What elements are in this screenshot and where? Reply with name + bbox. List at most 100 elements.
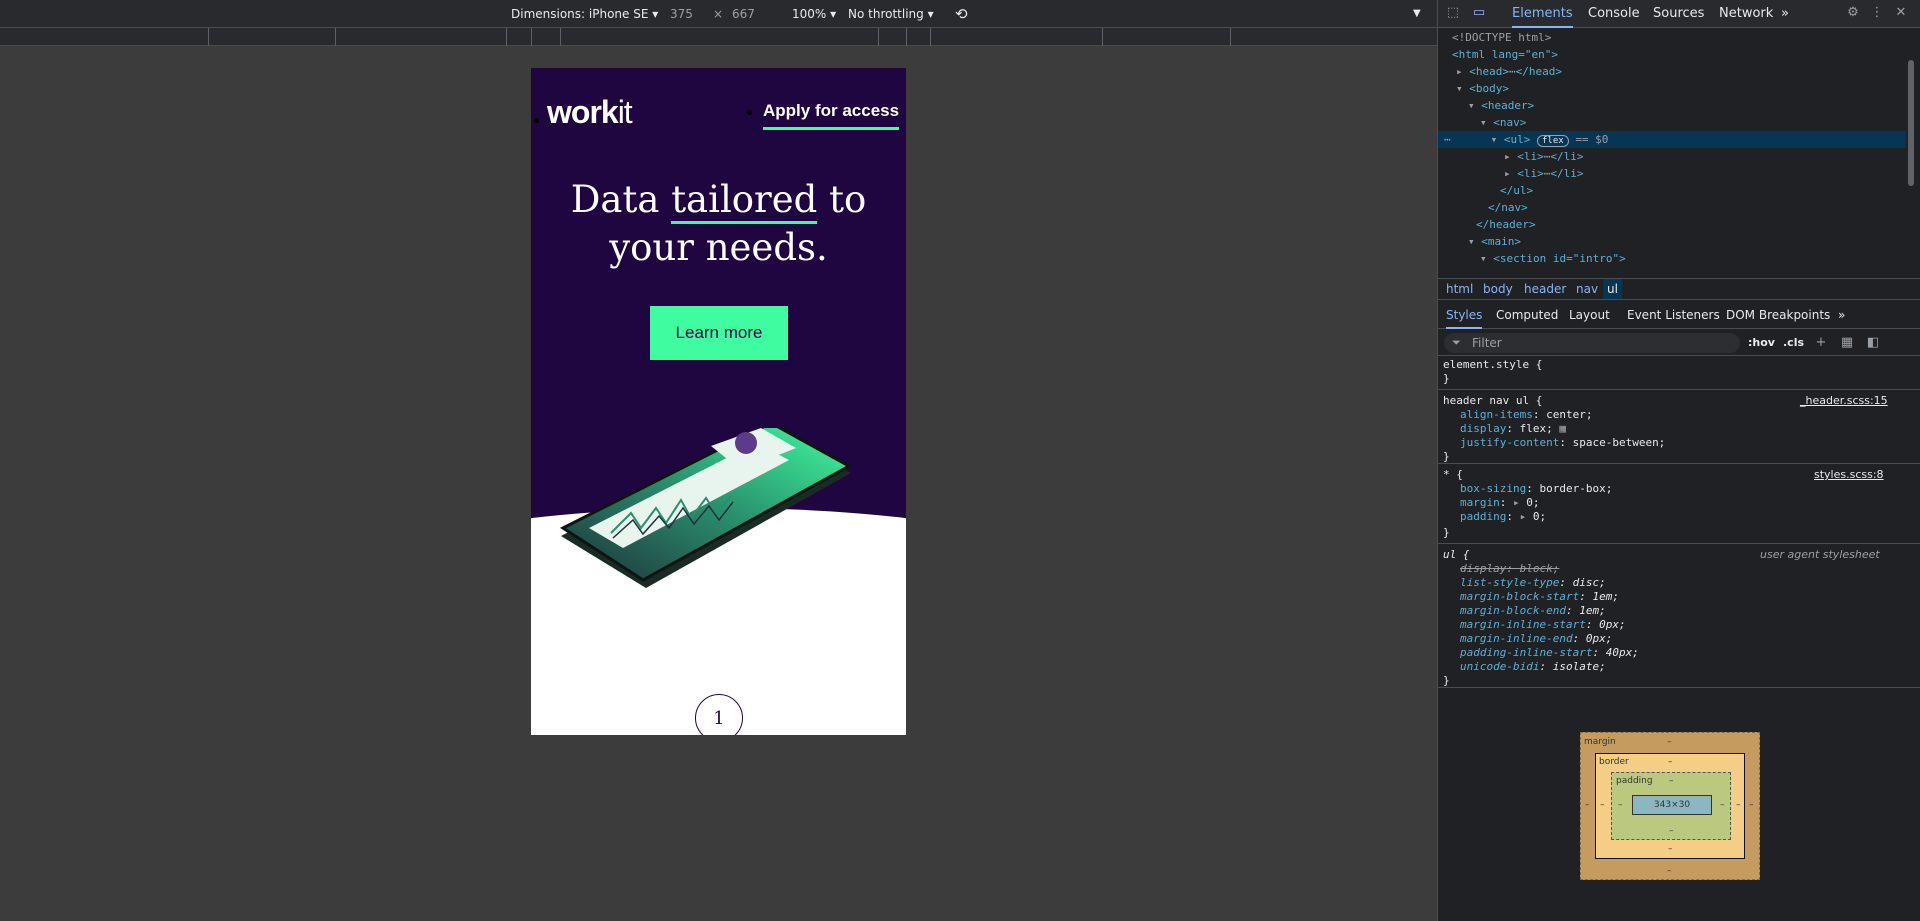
rule-selector[interactable]: ul { — [1443, 548, 1470, 562]
tab-sources[interactable]: Sources — [1653, 0, 1704, 28]
flex-editor-icon[interactable]: ▦ — [1559, 422, 1566, 435]
style-property[interactable]: list-style-type: disc; — [1460, 576, 1606, 590]
dom-nav-close[interactable]: </nav> — [1488, 199, 1528, 216]
dom-html[interactable]: <html lang="en"> — [1452, 46, 1558, 63]
box-model-content[interactable]: 343×30 — [1632, 795, 1712, 815]
padding-bottom-value[interactable]: – — [1669, 826, 1674, 836]
inspect-element-icon[interactable]: ⬚ — [1446, 6, 1460, 20]
apply-for-access-link[interactable]: Apply for access — [763, 101, 900, 130]
rule-source-link[interactable]: styles.scss:8 — [1814, 468, 1884, 482]
cls-toggle[interactable]: .cls — [1783, 336, 1804, 349]
tab-styles[interactable]: Styles — [1446, 301, 1483, 329]
dom-nav[interactable]: ▾ <nav> — [1480, 114, 1526, 131]
workit-logo[interactable]: workit — [547, 94, 633, 131]
breadcrumb-html[interactable]: html — [1442, 279, 1477, 299]
border-left-value[interactable]: – — [1600, 800, 1605, 810]
more-options-icon[interactable]: ▼ — [1413, 0, 1421, 28]
ruler-segment[interactable] — [1102, 28, 1103, 46]
ruler-segment[interactable] — [906, 28, 907, 46]
rule-selector[interactable]: header nav ul { — [1443, 394, 1542, 408]
rotate-icon[interactable]: ⟲ — [955, 0, 968, 28]
dom-header[interactable]: ▾ <header> — [1468, 97, 1534, 114]
tab-elements[interactable]: Elements — [1512, 0, 1573, 28]
close-icon[interactable]: ✕ — [1894, 6, 1908, 20]
dimensions-dropdown[interactable]: Dimensions: iPhone SE ▾ — [511, 0, 658, 28]
kebab-menu-icon[interactable]: ⋮ — [1870, 6, 1884, 20]
padding-right-value[interactable]: – — [1720, 800, 1725, 810]
rule-selector[interactable]: element.style { — [1443, 358, 1542, 372]
border-right-value[interactable]: – — [1736, 800, 1741, 810]
dom-doctype[interactable]: <!DOCTYPE html> — [1452, 29, 1551, 46]
paint-icon[interactable]: ▦ — [1840, 336, 1854, 350]
style-property[interactable]: justify-content: space-between; — [1460, 436, 1665, 450]
rule-selector[interactable]: * { — [1443, 468, 1463, 482]
breadcrumb-ul[interactable]: ul — [1603, 279, 1622, 299]
border-bottom-value[interactable]: – — [1668, 844, 1673, 854]
ruler-segment[interactable] — [930, 28, 931, 46]
dom-header-close[interactable]: </header> — [1476, 216, 1536, 233]
breadcrumb-header[interactable]: header — [1520, 279, 1570, 299]
ruler-segment[interactable] — [1230, 28, 1231, 46]
dom-section[interactable]: ▾ <section id="intro"> — [1480, 250, 1626, 267]
margin-bottom-value[interactable]: – — [1667, 866, 1672, 876]
style-property[interactable]: margin-inline-start: 0px; — [1460, 618, 1626, 632]
box-model-margin[interactable]: margin – – – – border – – – – padding – … — [1580, 732, 1760, 880]
ruler-segment[interactable] — [531, 28, 532, 46]
tab-layout[interactable]: Layout — [1569, 301, 1610, 329]
style-property[interactable]: margin-inline-end: 0px; — [1460, 632, 1612, 646]
device-toggle-icon[interactable]: ▭ — [1472, 6, 1486, 20]
tab-network[interactable]: Network — [1719, 0, 1773, 28]
more-subtabs-icon[interactable]: » — [1838, 301, 1845, 329]
rule-source-link[interactable]: _header.scss:15 — [1800, 394, 1888, 408]
dom-li[interactable]: ▸ <li>⋯</li> — [1504, 148, 1584, 165]
tab-dom-breakpoints[interactable]: DOM Breakpoints — [1726, 301, 1830, 329]
tab-computed[interactable]: Computed — [1496, 301, 1558, 329]
style-property[interactable]: padding: ▸ 0; — [1460, 510, 1546, 524]
styles-filter-input[interactable]: Filter — [1444, 333, 1740, 353]
style-property[interactable]: box-sizing: border-box; — [1460, 482, 1612, 496]
margin-right-value[interactable]: – — [1749, 800, 1754, 810]
zoom-dropdown[interactable]: 100% ▾ — [792, 0, 836, 28]
dom-scrollbar[interactable] — [1906, 58, 1916, 298]
ruler-segment[interactable] — [878, 28, 879, 46]
learn-more-button[interactable]: Learn more — [650, 306, 788, 360]
border-top-value[interactable]: – — [1668, 757, 1673, 767]
throttling-dropdown[interactable]: No throttling ▾ — [848, 0, 934, 28]
scroll-thumb[interactable] — [1908, 60, 1914, 186]
flex-badge[interactable]: flex — [1537, 135, 1569, 147]
more-tabs-icon[interactable]: » — [1781, 0, 1789, 28]
dom-ul-close[interactable]: </ul> — [1500, 182, 1533, 199]
style-property[interactable]: padding-inline-start: 40px; — [1460, 646, 1639, 660]
hov-toggle[interactable]: :hov — [1748, 336, 1775, 349]
style-property[interactable]: margin-block-end: 1em; — [1460, 604, 1606, 618]
padding-top-value[interactable]: – — [1669, 776, 1674, 786]
width-input[interactable]: 375 — [670, 0, 693, 28]
margin-top-value[interactable]: – — [1667, 737, 1672, 747]
style-property[interactable]: margin-block-start: 1em; — [1460, 590, 1619, 604]
margin-left-value[interactable]: – — [1585, 800, 1590, 810]
tab-console[interactable]: Console — [1588, 0, 1640, 28]
box-model-padding[interactable]: padding – – – – 343×30 — [1611, 772, 1731, 840]
tab-event-listeners[interactable]: Event Listeners — [1627, 301, 1720, 329]
new-rule-icon[interactable]: + — [1814, 336, 1828, 350]
breadcrumb-body[interactable]: body — [1479, 279, 1517, 299]
dom-body[interactable]: ▾ <body> — [1456, 80, 1509, 97]
dom-li[interactable]: ▸ <li>⋯</li> — [1504, 165, 1584, 182]
ruler-segment[interactable] — [335, 28, 336, 46]
dom-head[interactable]: ▸ <head>⋯</head> — [1456, 63, 1562, 80]
ruler-segment[interactable] — [560, 28, 561, 46]
style-property[interactable]: display: flex; ▦ — [1460, 422, 1566, 436]
ruler-segment[interactable] — [208, 28, 209, 46]
style-property-overridden[interactable]: display: block; — [1460, 562, 1559, 576]
settings-gear-icon[interactable]: ⚙ — [1846, 6, 1860, 20]
ruler-segment[interactable] — [506, 28, 507, 46]
style-property[interactable]: align-items: center; — [1460, 408, 1592, 422]
height-input[interactable]: 667 — [732, 0, 755, 28]
padding-left-value[interactable]: – — [1618, 800, 1623, 810]
dom-ul-selected[interactable]: ⋯ ▾ <ul> flex == $0 — [1438, 131, 1908, 148]
breadcrumb-nav[interactable]: nav — [1572, 279, 1602, 299]
style-property[interactable]: margin: ▸ 0; — [1460, 496, 1540, 510]
sidebar-toggle-icon[interactable]: ◧ — [1866, 336, 1880, 350]
dom-main[interactable]: ▾ <main> — [1468, 233, 1521, 250]
style-property[interactable]: unicode-bidi: isolate; — [1460, 660, 1606, 674]
